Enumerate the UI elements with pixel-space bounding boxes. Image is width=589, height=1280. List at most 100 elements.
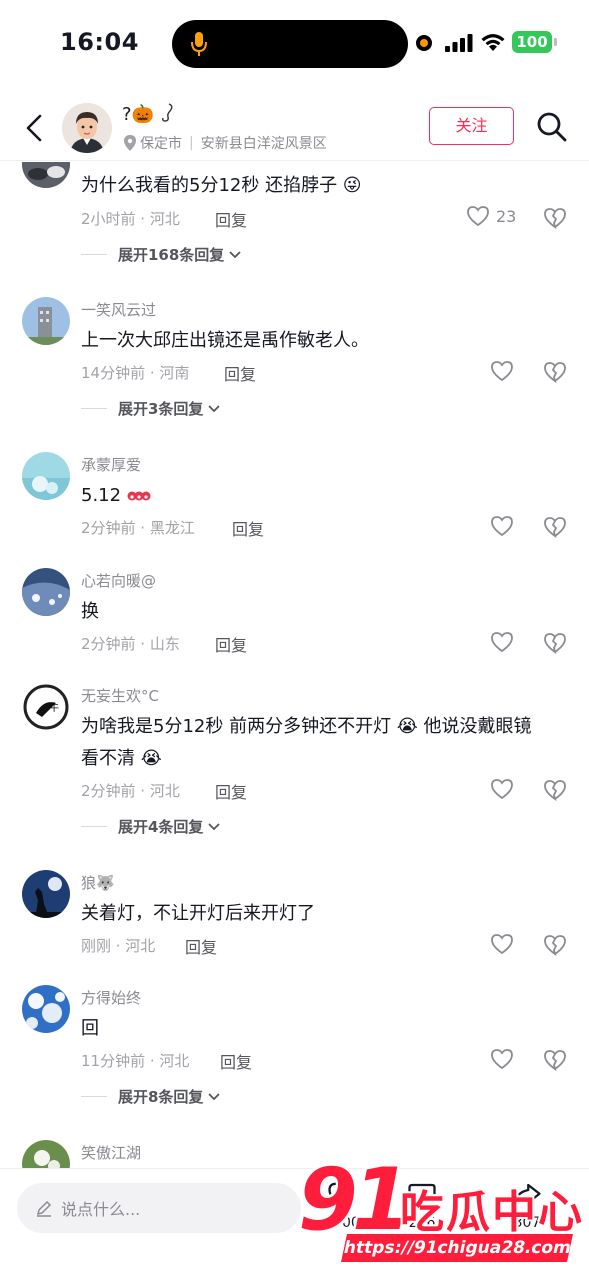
comment-avatar[interactable] — [22, 162, 70, 188]
comment-avatar[interactable]: 牛 — [22, 683, 70, 731]
chevron-left-icon[interactable] — [20, 111, 50, 145]
chevron-down-icon — [208, 1092, 221, 1100]
heart-icon — [491, 934, 513, 955]
broken-heart-icon[interactable] — [543, 632, 567, 654]
comment-text: 为啥我是5分12秒 前两分多钟还不开灯 😭 他说没戴眼镜 — [81, 716, 532, 737]
comment-avatar[interactable] — [22, 1140, 70, 1168]
comment-avatar[interactable] — [22, 985, 70, 1033]
reply-button[interactable]: 回复 — [220, 1049, 252, 1073]
mic-icon — [191, 32, 207, 56]
video-author-header: ?🎃 保定市 | 安新县白洋淀风景区 关注 — [0, 95, 589, 161]
like-button[interactable] — [490, 1048, 514, 1070]
follow-button[interactable]: 关注 — [429, 107, 514, 145]
broken-heart-icon[interactable] — [543, 934, 567, 956]
reply-button[interactable]: 回复 — [215, 779, 247, 803]
comment-username[interactable]: 无妄生欢°C — [81, 685, 159, 706]
comment-avatar[interactable] — [22, 452, 70, 500]
reply-button[interactable]: 回复 — [185, 934, 217, 958]
status-time: 16:04 — [60, 28, 139, 56]
reply-button[interactable]: 回复 — [215, 207, 247, 231]
location-pin-icon — [124, 135, 136, 151]
status-bar: 16:04 100 — [0, 0, 589, 88]
battery-icon: 100 — [512, 31, 557, 53]
broken-heart-icon[interactable] — [543, 779, 567, 801]
comment-username[interactable]: 一笑风云过 — [81, 299, 156, 320]
divider-line — [81, 1096, 107, 1097]
like-button[interactable] — [490, 360, 514, 382]
broken-heart-icon[interactable] — [543, 207, 567, 229]
comment-avatar[interactable] — [22, 568, 70, 616]
comment-meta: 刚刚 · 河北 — [81, 937, 156, 955]
like-button[interactable]: 23 — [466, 205, 516, 227]
cellular-signal-icon — [445, 34, 473, 52]
expand-replies-label: 展开3条回复 — [118, 400, 204, 418]
reply-button[interactable]: 回复 — [215, 632, 247, 656]
comment-text: 上一次大邱庄出镜还是禹作敏老人。 — [81, 330, 369, 351]
expand-replies-label: 展开8条回复 — [118, 1088, 204, 1106]
comment-meta: 2分钟前 · 河北 — [81, 782, 180, 800]
expand-replies-button[interactable]: 展开8条回复 — [81, 1086, 221, 1107]
comment-meta: 11分钟前 · 河北 — [81, 1052, 190, 1070]
comment-text: 换 — [81, 601, 99, 622]
hook-icon — [161, 103, 173, 122]
expand-replies-button[interactable]: 展开3条回复 — [81, 398, 221, 419]
reply-button[interactable]: 回复 — [224, 361, 256, 385]
location-city: 保定市 — [140, 136, 182, 152]
comment-text: 5.12 — [81, 480, 151, 511]
watermark-text: 吃瓜中心 — [400, 1187, 584, 1238]
location-separator: | — [189, 135, 194, 151]
heart-icon — [491, 1049, 513, 1070]
dynamic-island — [172, 20, 408, 68]
pencil-icon — [36, 1200, 52, 1217]
broken-heart-icon[interactable] — [543, 1049, 567, 1071]
like-count: 23 — [496, 206, 517, 226]
comment-meta: 14分钟前 · 河南 — [81, 364, 190, 382]
comment-input[interactable]: 说点什么... — [17, 1183, 301, 1233]
heart-icon — [467, 206, 489, 227]
comment-avatar[interactable] — [22, 297, 70, 345]
like-button[interactable] — [490, 778, 514, 800]
expand-replies-label: 展开4条回复 — [118, 818, 204, 836]
location-info[interactable]: 保定市 | 安新县白洋淀风景区 — [124, 133, 327, 153]
comment-username[interactable]: 心若向暖@ — [81, 570, 156, 591]
comment-username[interactable]: 承蒙厚爱 — [81, 454, 141, 475]
search-icon[interactable] — [536, 111, 568, 143]
comment-meta: 2分钟前 · 山东 — [81, 635, 180, 653]
divider-line — [81, 408, 107, 409]
like-button[interactable] — [490, 631, 514, 653]
comment-meta: 2小时前 · 河北 — [81, 210, 180, 228]
comment-text: 回 — [81, 1018, 99, 1039]
chevron-down-icon — [229, 250, 241, 258]
heart-icon — [491, 779, 513, 800]
666-sticker-icon — [127, 491, 151, 501]
comment-username[interactable]: 笑傲江湖 — [81, 1142, 141, 1163]
broken-heart-icon[interactable] — [543, 516, 567, 538]
location-detail: 安新县白洋淀风景区 — [200, 136, 327, 152]
like-button[interactable] — [490, 515, 514, 537]
author-name[interactable]: ?🎃 — [122, 103, 176, 125]
divider-line — [81, 254, 107, 255]
comment-username[interactable]: 方得始终 — [81, 987, 141, 1008]
expand-replies-button[interactable]: 展开4条回复 — [81, 816, 221, 837]
author-avatar[interactable] — [62, 103, 112, 153]
like-button[interactable] — [490, 933, 514, 955]
svg-text:牛: 牛 — [49, 701, 59, 714]
comment-text: 关着灯，不让开灯后来开灯了 — [81, 903, 315, 924]
chevron-down-icon — [208, 822, 221, 830]
heart-icon — [491, 516, 513, 537]
divider-line — [81, 826, 107, 827]
expand-replies-button[interactable]: 展开168条回复 — [81, 244, 242, 265]
comment-username[interactable]: 狼🐺 — [81, 872, 115, 893]
watermark-url: https://91chigua28.com — [341, 1234, 573, 1262]
expand-replies-label: 展开168条回复 — [118, 246, 225, 264]
orange-dot-indicator — [416, 35, 432, 51]
comment-avatar[interactable] — [22, 870, 70, 918]
comment-meta: 2分钟前 · 黑龙江 — [81, 519, 195, 537]
watermark-logo: 91 吃瓜中心 https://91chigua28.com — [290, 1150, 589, 1268]
comment-list[interactable]: 为什么我看的5分12秒 还掐脖子 😜 2小时前 · 河北 回复 23 展开168… — [0, 162, 589, 1168]
wifi-icon — [481, 34, 505, 51]
comment-input-placeholder: 说点什么... — [61, 1200, 141, 1219]
reply-button[interactable]: 回复 — [232, 516, 264, 540]
broken-heart-icon[interactable] — [543, 361, 567, 383]
comment-text: 为什么我看的5分12秒 还掐脖子 😜 — [81, 175, 362, 196]
